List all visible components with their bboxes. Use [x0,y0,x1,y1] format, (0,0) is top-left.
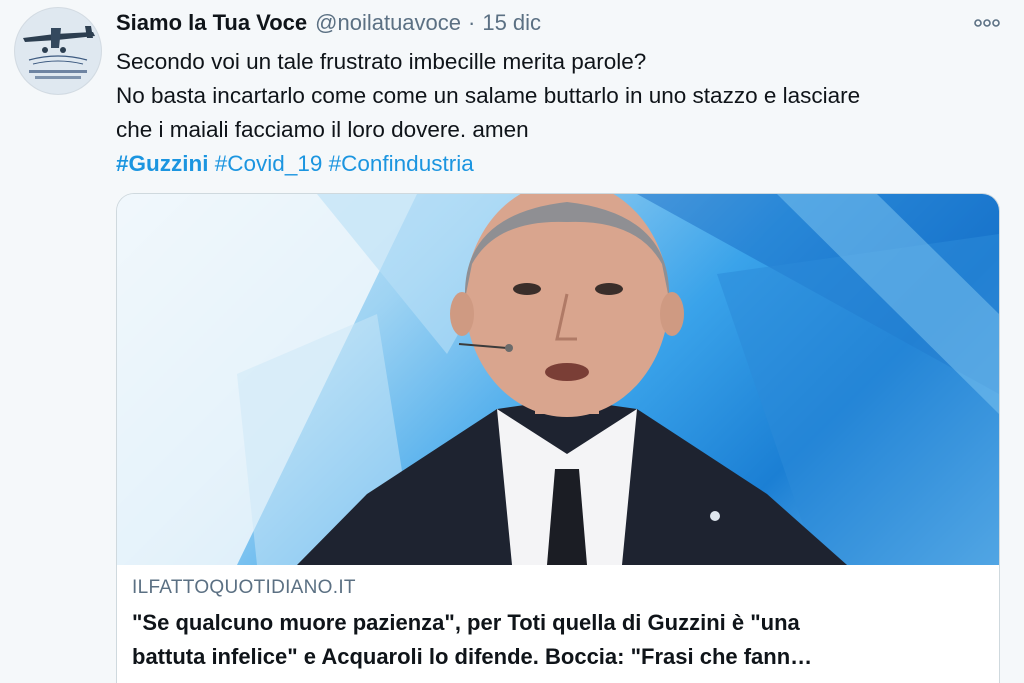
hashtag-confindustria[interactable]: #Confindustria [329,151,474,176]
tweet-text-line: No basta incartarlo come come un salame … [116,83,861,108]
tweet-header: Siamo la Tua Voce @noilatuavoce · 15 dic [116,10,541,40]
hashtag-line: #Guzzini #Covid_19 #Confindustria [116,147,1006,181]
display-name[interactable]: Siamo la Tua Voce [116,10,307,36]
user-handle[interactable]: @noilatuavoce [315,10,461,36]
plane-logo-icon [15,8,101,94]
tweet-text: Secondo voi un tale frustrato imbecille … [116,45,1006,181]
link-preview-card[interactable]: ILFATTOQUOTIDIANO.IT "Se qualcuno muore … [116,193,1000,683]
hashtag-guzzini[interactable]: #Guzzini [116,151,209,176]
tweet-date[interactable]: 15 dic [482,10,541,36]
card-title[interactable]: "Se qualcuno muore pazienza", per Toti q… [132,606,987,674]
tweet-text-line: che i maiali facciamo il loro dovere. am… [116,117,529,142]
tweet-text-line: Secondo voi un tale frustrato imbecille … [116,49,647,74]
card-title-line: battuta infelice" e Acquaroli lo difende… [132,644,813,669]
more-options-icon[interactable] [974,16,1000,30]
card-image[interactable] [117,194,999,565]
avatar[interactable] [14,7,102,95]
hashtag-covid19[interactable]: #Covid_19 [215,151,323,176]
card-domain: ILFATTOQUOTIDIANO.IT [132,577,356,598]
separator-dot: · [468,10,476,35]
card-title-line: "Se qualcuno muore pazienza", per Toti q… [132,610,800,635]
